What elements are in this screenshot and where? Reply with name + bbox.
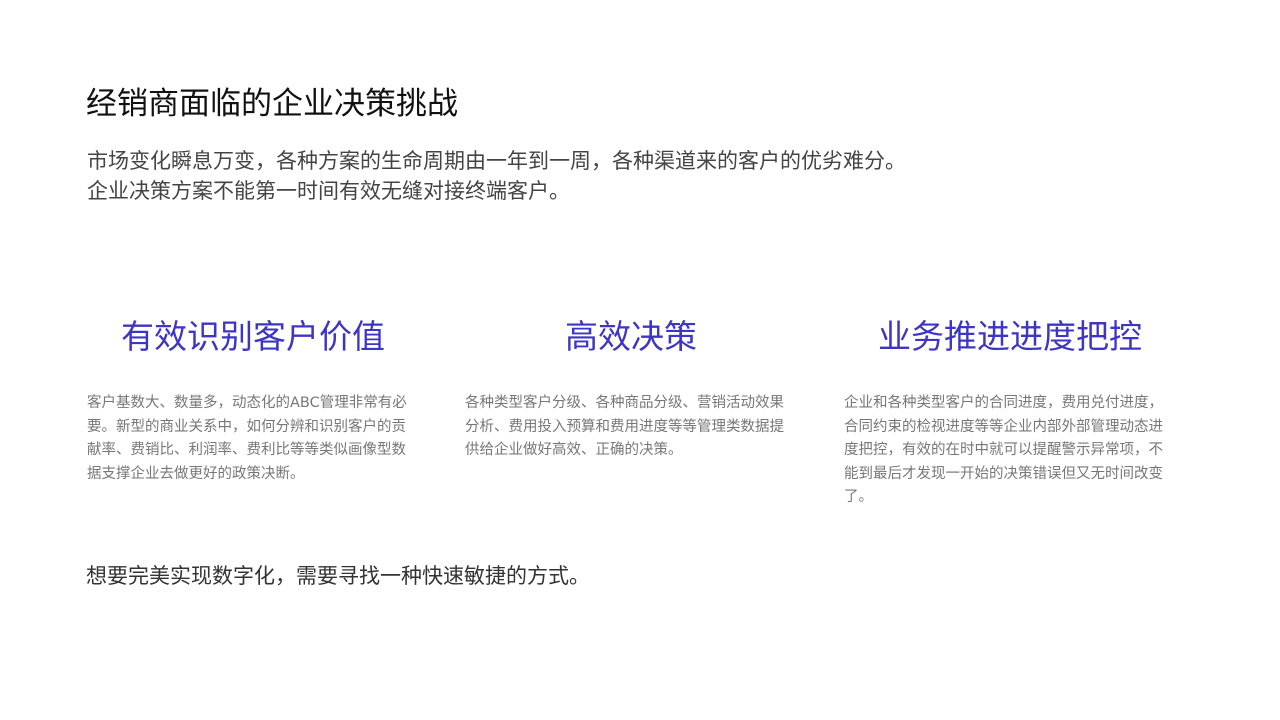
feature-heading: 有效识别客户价值	[121, 317, 385, 356]
page-title: 经销商面临的企业决策挑战	[86, 86, 458, 122]
feature-description: 各种类型客户分级、各种商品分级、营销活动效果分析、费用投入预算和费用进度等等管理…	[465, 395, 784, 458]
feature-column-customer-value: 有效识别客户价值 客户基数大、数量多，动态化的ABC管理非常有必要。新型的商业关…	[87, 313, 419, 486]
feature-description: 企业和各种类型客户的合同进度，费用兑付进度，合同约束的检视进度等等企业内部外部管…	[844, 395, 1163, 505]
feature-description: 客户基数大、数量多，动态化的ABC管理非常有必要。新型的商业关系中，如何分辨和识…	[87, 395, 407, 482]
conclusion-text: 想要完美实现数字化，需要寻找一种快速敏捷的方式。	[86, 564, 590, 588]
intro-paragraph: 市场变化瞬息万变，各种方案的生命周期由一年到一周，各种渠道来的客户的优劣难分。 …	[87, 146, 1187, 206]
feature-column-efficient-decision: 高效决策 各种类型客户分级、各种商品分级、营销活动效果分析、费用投入预算和费用进…	[465, 313, 797, 463]
feature-heading: 业务推进进度把控	[878, 317, 1142, 356]
feature-column-progress-control: 业务推进进度把控 企业和各种类型客户的合同进度，费用兑付进度，合同约束的检视进度…	[844, 313, 1176, 510]
intro-line-1: 市场变化瞬息万变，各种方案的生命周期由一年到一周，各种渠道来的客户的优劣难分。	[87, 149, 906, 173]
feature-heading: 高效决策	[565, 317, 697, 356]
intro-line-2: 企业决策方案不能第一时间有效无缝对接终端客户。	[87, 179, 570, 203]
